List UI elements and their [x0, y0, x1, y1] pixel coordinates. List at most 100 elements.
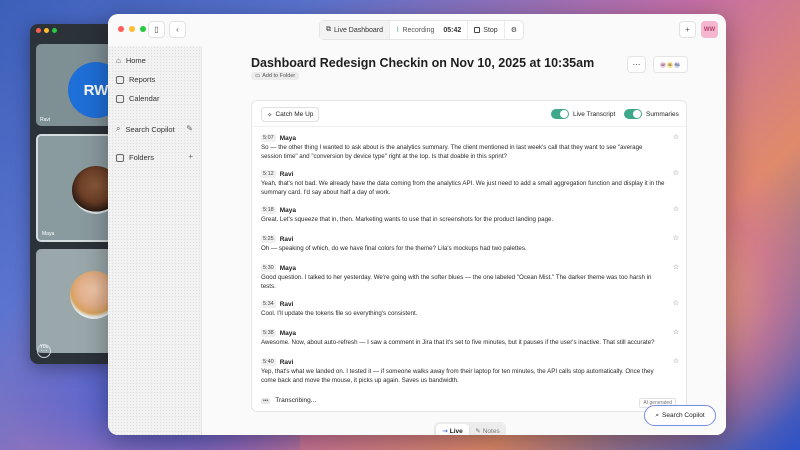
timestamp[interactable]: 5:30 [261, 264, 276, 272]
more-options-button[interactable]: ⋯ [627, 56, 646, 73]
transcript-text: So — the other thing I wanted to ask abo… [261, 144, 643, 160]
sidebar-item-reports[interactable]: Reports [116, 75, 155, 84]
star-icon[interactable]: ☆ [673, 328, 679, 336]
main-content: Dashboard Redesign Checkin on Nov 10, 20… [203, 46, 726, 435]
speaker-name: Maya [279, 206, 296, 214]
transcript-entry: 5:38 Maya ☆ Awesome. Now, about auto-refr… [261, 328, 679, 348]
transcript-text: Awesome. Now, about auto-refresh — I saw… [261, 339, 655, 346]
participant-photo [70, 271, 112, 319]
speaker-name: Maya [279, 264, 296, 272]
add-to-folder-button[interactable]: ▭ Add to Folder [251, 72, 300, 80]
meeting-window: RW Ravi Maya You ⋯ [30, 24, 116, 364]
tab-notes[interactable]: ✎ Notes [471, 424, 504, 436]
live-icon: ⇢ [442, 428, 448, 435]
recording-label: Recording [402, 26, 435, 34]
more-icon[interactable]: ⋯ [37, 344, 51, 358]
transcript-text: Cool. I'll update the tokens file so eve… [261, 310, 418, 317]
transcript-text: Oh — speaking of which, do we have final… [261, 245, 527, 252]
timestamp[interactable]: 5:12 [261, 170, 276, 178]
compose-icon[interactable]: ✎ [186, 124, 193, 133]
speaker-name: Ravi [279, 235, 294, 243]
sidebar-toggle-icon[interactable]: ▯ [148, 21, 165, 38]
catch-me-up-button[interactable]: ✧ Catch Me Up [261, 107, 320, 122]
sidebar-item-search-copilot[interactable]: ⌕ Search Copilot [116, 124, 175, 134]
avatar: RW [68, 62, 112, 118]
meeting-window-controls[interactable] [36, 28, 57, 33]
add-folder-icon[interactable]: + [188, 152, 193, 161]
star-icon[interactable]: ☆ [673, 263, 679, 271]
live-dashboard-button[interactable]: ⧉ Live Dashboard [320, 21, 390, 39]
speaker-name: Ravi [279, 300, 294, 308]
sidebar-item-label: Reports [129, 75, 156, 84]
star-icon[interactable]: ☆ [673, 169, 679, 177]
add-to-folder-label: Add to Folder [262, 73, 296, 79]
recording-bar: ⧉ Live Dashboard ⌇ Recording 05:42 Stop … [319, 20, 524, 40]
zoom-dot[interactable] [52, 28, 57, 33]
star-icon[interactable]: ☆ [673, 357, 679, 365]
folder-icon: ▭ [255, 73, 261, 79]
sidebar-item-folders[interactable]: Folders [116, 153, 154, 162]
settings-button[interactable]: ⚙ [503, 21, 523, 39]
search-icon: ⌕ [116, 124, 121, 133]
live-dashboard-label: Live Dashboard [334, 26, 384, 34]
participant-tile-you[interactable]: You [36, 249, 112, 353]
close-dot[interactable] [36, 28, 41, 33]
search-copilot-button[interactable]: ⌕ Search Copilot [644, 405, 716, 426]
toggle-switch[interactable] [551, 109, 569, 119]
participant-tile-ravi[interactable]: RW Ravi [36, 44, 112, 126]
sidebar-item-label: Home [125, 56, 146, 65]
summaries-toggle[interactable]: Summaries [624, 109, 679, 119]
recording-status: ⌇ Recording 05:42 [389, 21, 467, 39]
more-icon: ⋯ [632, 60, 641, 69]
zoom-dot[interactable] [140, 26, 146, 32]
participant-tile-maya[interactable]: Maya [36, 134, 112, 242]
minimize-dot[interactable] [129, 26, 135, 32]
sidebar-item-calendar[interactable]: Calendar [116, 94, 159, 103]
live-transcript-toggle[interactable]: Live Transcript [551, 109, 615, 119]
timestamp[interactable]: 5:18 [261, 206, 276, 214]
minimize-dot[interactable] [44, 28, 49, 33]
sidebar-item-home[interactable]: ⌂ Home [116, 56, 146, 65]
transcript-entry: 5:18 Maya ☆ Great. Let's squeeze that in,… [261, 205, 679, 225]
add-button[interactable]: + [679, 21, 696, 38]
transcript-card: ✧ Catch Me Up Live Transcript Summaries … [251, 100, 687, 412]
star-icon[interactable]: ☆ [673, 234, 679, 242]
star-icon[interactable]: ☆ [673, 299, 679, 307]
sidebar-item-label: Calendar [129, 94, 160, 103]
close-dot[interactable] [118, 26, 124, 32]
timestamp[interactable]: 5:40 [261, 358, 276, 366]
timestamp[interactable]: 5:25 [261, 235, 276, 243]
transcript-entry: 5:25 Ravi ☆ Oh — speaking of which, do we… [261, 234, 679, 254]
speaker-name: Ravi [279, 170, 294, 178]
recording-timer: 05:42 [443, 26, 462, 34]
search-copilot-label: Search Copilot [662, 412, 705, 419]
timestamp[interactable]: 5:07 [261, 134, 276, 142]
sidebar-item-label: Search Copilot [125, 124, 175, 134]
star-icon[interactable]: ☆ [673, 205, 679, 213]
window-controls[interactable] [118, 26, 146, 32]
participant-name: Maya [42, 231, 55, 237]
back-icon[interactable]: ‹ [169, 21, 186, 38]
toggle-label: Summaries [646, 110, 679, 118]
page-title: Dashboard Redesign Checkin on Nov 10, 20… [251, 56, 595, 70]
star-icon[interactable]: ☆ [673, 133, 679, 141]
tab-live[interactable]: ⇢ Live [436, 424, 469, 435]
folder-icon [116, 153, 124, 162]
user-avatar[interactable]: WW [701, 21, 718, 38]
titlebar: ▯ ‹ ⧉ Live Dashboard ⌇ Recording 05:42 S… [108, 14, 726, 46]
tab-label: Notes [482, 427, 500, 435]
typing-indicator: ••• [261, 397, 271, 404]
speaker-name: Maya [279, 329, 296, 337]
transcript-text: Good question. I talked to her yesterday… [261, 274, 652, 290]
sidebar-item-label: Folders [129, 153, 155, 162]
participants-avatars[interactable]: W M RA [653, 56, 688, 73]
toggle-switch[interactable] [624, 109, 642, 119]
view-toggle: ⇢ Live ✎ Notes [434, 422, 506, 435]
participant-name: Ravi [40, 117, 51, 123]
pencil-icon: ✎ [475, 428, 481, 435]
transcript-header: ✧ Catch Me Up Live Transcript Summaries [252, 101, 686, 127]
timestamp[interactable]: 5:34 [261, 300, 276, 308]
timestamp[interactable]: 5:38 [261, 329, 276, 337]
stop-button[interactable]: Stop [467, 21, 503, 39]
home-icon: ⌂ [116, 56, 121, 65]
